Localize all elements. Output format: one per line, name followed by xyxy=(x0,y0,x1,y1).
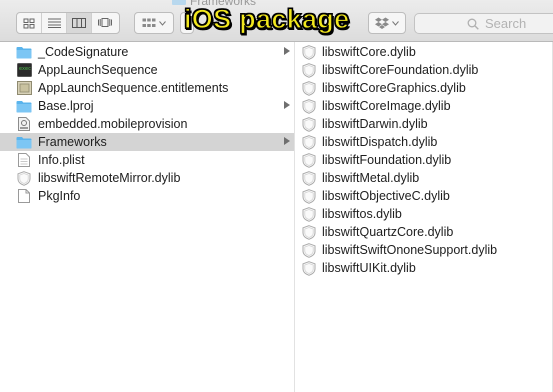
framework-row[interactable]: libswiftSwiftOnoneSupport.dylib xyxy=(295,241,552,259)
file-row[interactable]: embedded.mobileprovision xyxy=(0,115,294,133)
folder-icon xyxy=(16,45,32,59)
plist-icon xyxy=(16,153,32,167)
file-row[interactable]: Info.plist xyxy=(0,151,294,169)
disclosure-arrow-icon[interactable] xyxy=(284,101,290,109)
file-name: libswiftQuartzCore.dylib xyxy=(322,225,454,239)
framework-row[interactable]: libswiftDispatch.dylib xyxy=(295,133,552,151)
right-column: libswiftCore.dylib libswiftCoreFoundation… xyxy=(295,42,553,392)
column-view-button[interactable] xyxy=(67,13,92,33)
file-name: libswiftDispatch.dylib xyxy=(322,135,438,149)
framework-row[interactable]: libswiftUIKit.dylib xyxy=(295,259,552,277)
file-row[interactable]: Frameworks xyxy=(0,133,294,151)
dylib-icon xyxy=(301,224,317,240)
dylib-icon xyxy=(301,242,317,258)
folder-icon xyxy=(16,135,32,149)
framework-row[interactable]: libswiftCoreGraphics.dylib xyxy=(295,79,552,97)
list-view-button[interactable] xyxy=(42,13,67,33)
list-icon xyxy=(47,18,61,28)
arrange-button[interactable] xyxy=(134,12,174,34)
dylib-icon xyxy=(301,80,317,96)
dropbox-button[interactable] xyxy=(368,12,406,34)
dylib-icon xyxy=(301,134,317,150)
dropbox-icon xyxy=(375,17,389,29)
file-row[interactable]: exec AppLaunchSequence xyxy=(0,61,294,79)
chevron-down-icon xyxy=(392,20,399,26)
dylib-icon xyxy=(16,170,32,186)
framework-row[interactable]: libswiftCore.dylib xyxy=(295,43,552,61)
framework-row[interactable]: libswiftCoreImage.dylib xyxy=(295,97,552,115)
file-name: Frameworks xyxy=(38,135,107,149)
file-name: libswiftDarwin.dylib xyxy=(322,117,428,131)
provision-icon xyxy=(16,117,32,131)
view-mode-segmented-control xyxy=(16,12,120,34)
file-row[interactable]: libswiftRemoteMirror.dylib xyxy=(0,169,294,187)
dylib-icon xyxy=(301,62,317,78)
disclosure-arrow-icon[interactable] xyxy=(284,137,290,145)
document-icon xyxy=(16,81,32,95)
file-name: Base.lproj xyxy=(38,99,94,113)
cover-flow-icon xyxy=(97,18,112,27)
framework-row[interactable]: libswiftCoreFoundation.dylib xyxy=(295,61,552,79)
file-row[interactable]: _CodeSignature xyxy=(0,43,294,61)
framework-row[interactable]: libswiftMetal.dylib xyxy=(295,169,552,187)
file-name: libswiftCoreFoundation.dylib xyxy=(322,63,479,77)
columns-icon xyxy=(72,18,86,28)
file-name: Info.plist xyxy=(38,153,85,167)
file-name: libswiftCore.dylib xyxy=(322,45,416,59)
search-field[interactable]: Search xyxy=(414,13,553,34)
file-name: libswiftUIKit.dylib xyxy=(322,261,416,275)
left-column: _CodeSignatureexec AppLaunchSequence AppLa… xyxy=(0,42,295,392)
file-name: embedded.mobileprovision xyxy=(38,117,188,131)
dylib-icon xyxy=(301,44,317,60)
dylib-icon xyxy=(301,260,317,276)
framework-row[interactable]: libswiftObjectiveC.dylib xyxy=(295,187,552,205)
dylib-icon xyxy=(301,170,317,186)
file-name: _CodeSignature xyxy=(38,45,129,59)
file-name: PkgInfo xyxy=(38,189,81,203)
file-name: libswiftFoundation.dylib xyxy=(322,153,452,167)
executable-icon: exec xyxy=(16,63,32,77)
file-row[interactable]: PkgInfo xyxy=(0,187,294,205)
file-name: libswiftObjectiveC.dylib xyxy=(322,189,450,203)
search-placeholder: Search xyxy=(485,16,527,31)
blank-file-icon xyxy=(16,189,32,203)
file-name: libswiftCoreImage.dylib xyxy=(322,99,451,113)
folder-icon xyxy=(16,99,32,113)
framework-row[interactable]: libswiftos.dylib xyxy=(295,205,552,223)
file-name: libswiftRemoteMirror.dylib xyxy=(38,171,181,185)
overlay-caption: iOS package xyxy=(183,3,350,34)
framework-row[interactable]: libswiftDarwin.dylib xyxy=(295,115,552,133)
search-icon xyxy=(467,18,479,30)
framework-row[interactable]: libswiftFoundation.dylib xyxy=(295,151,552,169)
dylib-icon xyxy=(301,116,317,132)
file-name: libswiftSwiftOnoneSupport.dylib xyxy=(322,243,498,257)
file-row[interactable]: AppLaunchSequence.entitlements xyxy=(0,79,294,97)
svg-text:exec: exec xyxy=(19,66,31,72)
file-name: AppLaunchSequence.entitlements xyxy=(38,81,229,95)
toolbar: Frameworks Search iOS package xyxy=(0,0,553,42)
dylib-icon xyxy=(301,152,317,168)
dylib-icon xyxy=(301,188,317,204)
cover-flow-view-button[interactable] xyxy=(92,13,117,33)
chevron-down-icon xyxy=(159,20,166,26)
file-row[interactable]: Base.lproj xyxy=(0,97,294,115)
file-name: libswiftCoreGraphics.dylib xyxy=(322,81,466,95)
disclosure-arrow-icon[interactable] xyxy=(284,47,290,55)
arrange-grid-icon xyxy=(142,18,156,27)
framework-row[interactable]: libswiftQuartzCore.dylib xyxy=(295,223,552,241)
dylib-icon xyxy=(301,206,317,222)
file-name: libswiftMetal.dylib xyxy=(322,171,420,185)
file-name: AppLaunchSequence xyxy=(38,63,158,77)
icon-view-button[interactable] xyxy=(17,13,42,33)
file-name: libswiftos.dylib xyxy=(322,207,402,221)
icon-grid-icon xyxy=(23,18,35,28)
dylib-icon xyxy=(301,98,317,114)
